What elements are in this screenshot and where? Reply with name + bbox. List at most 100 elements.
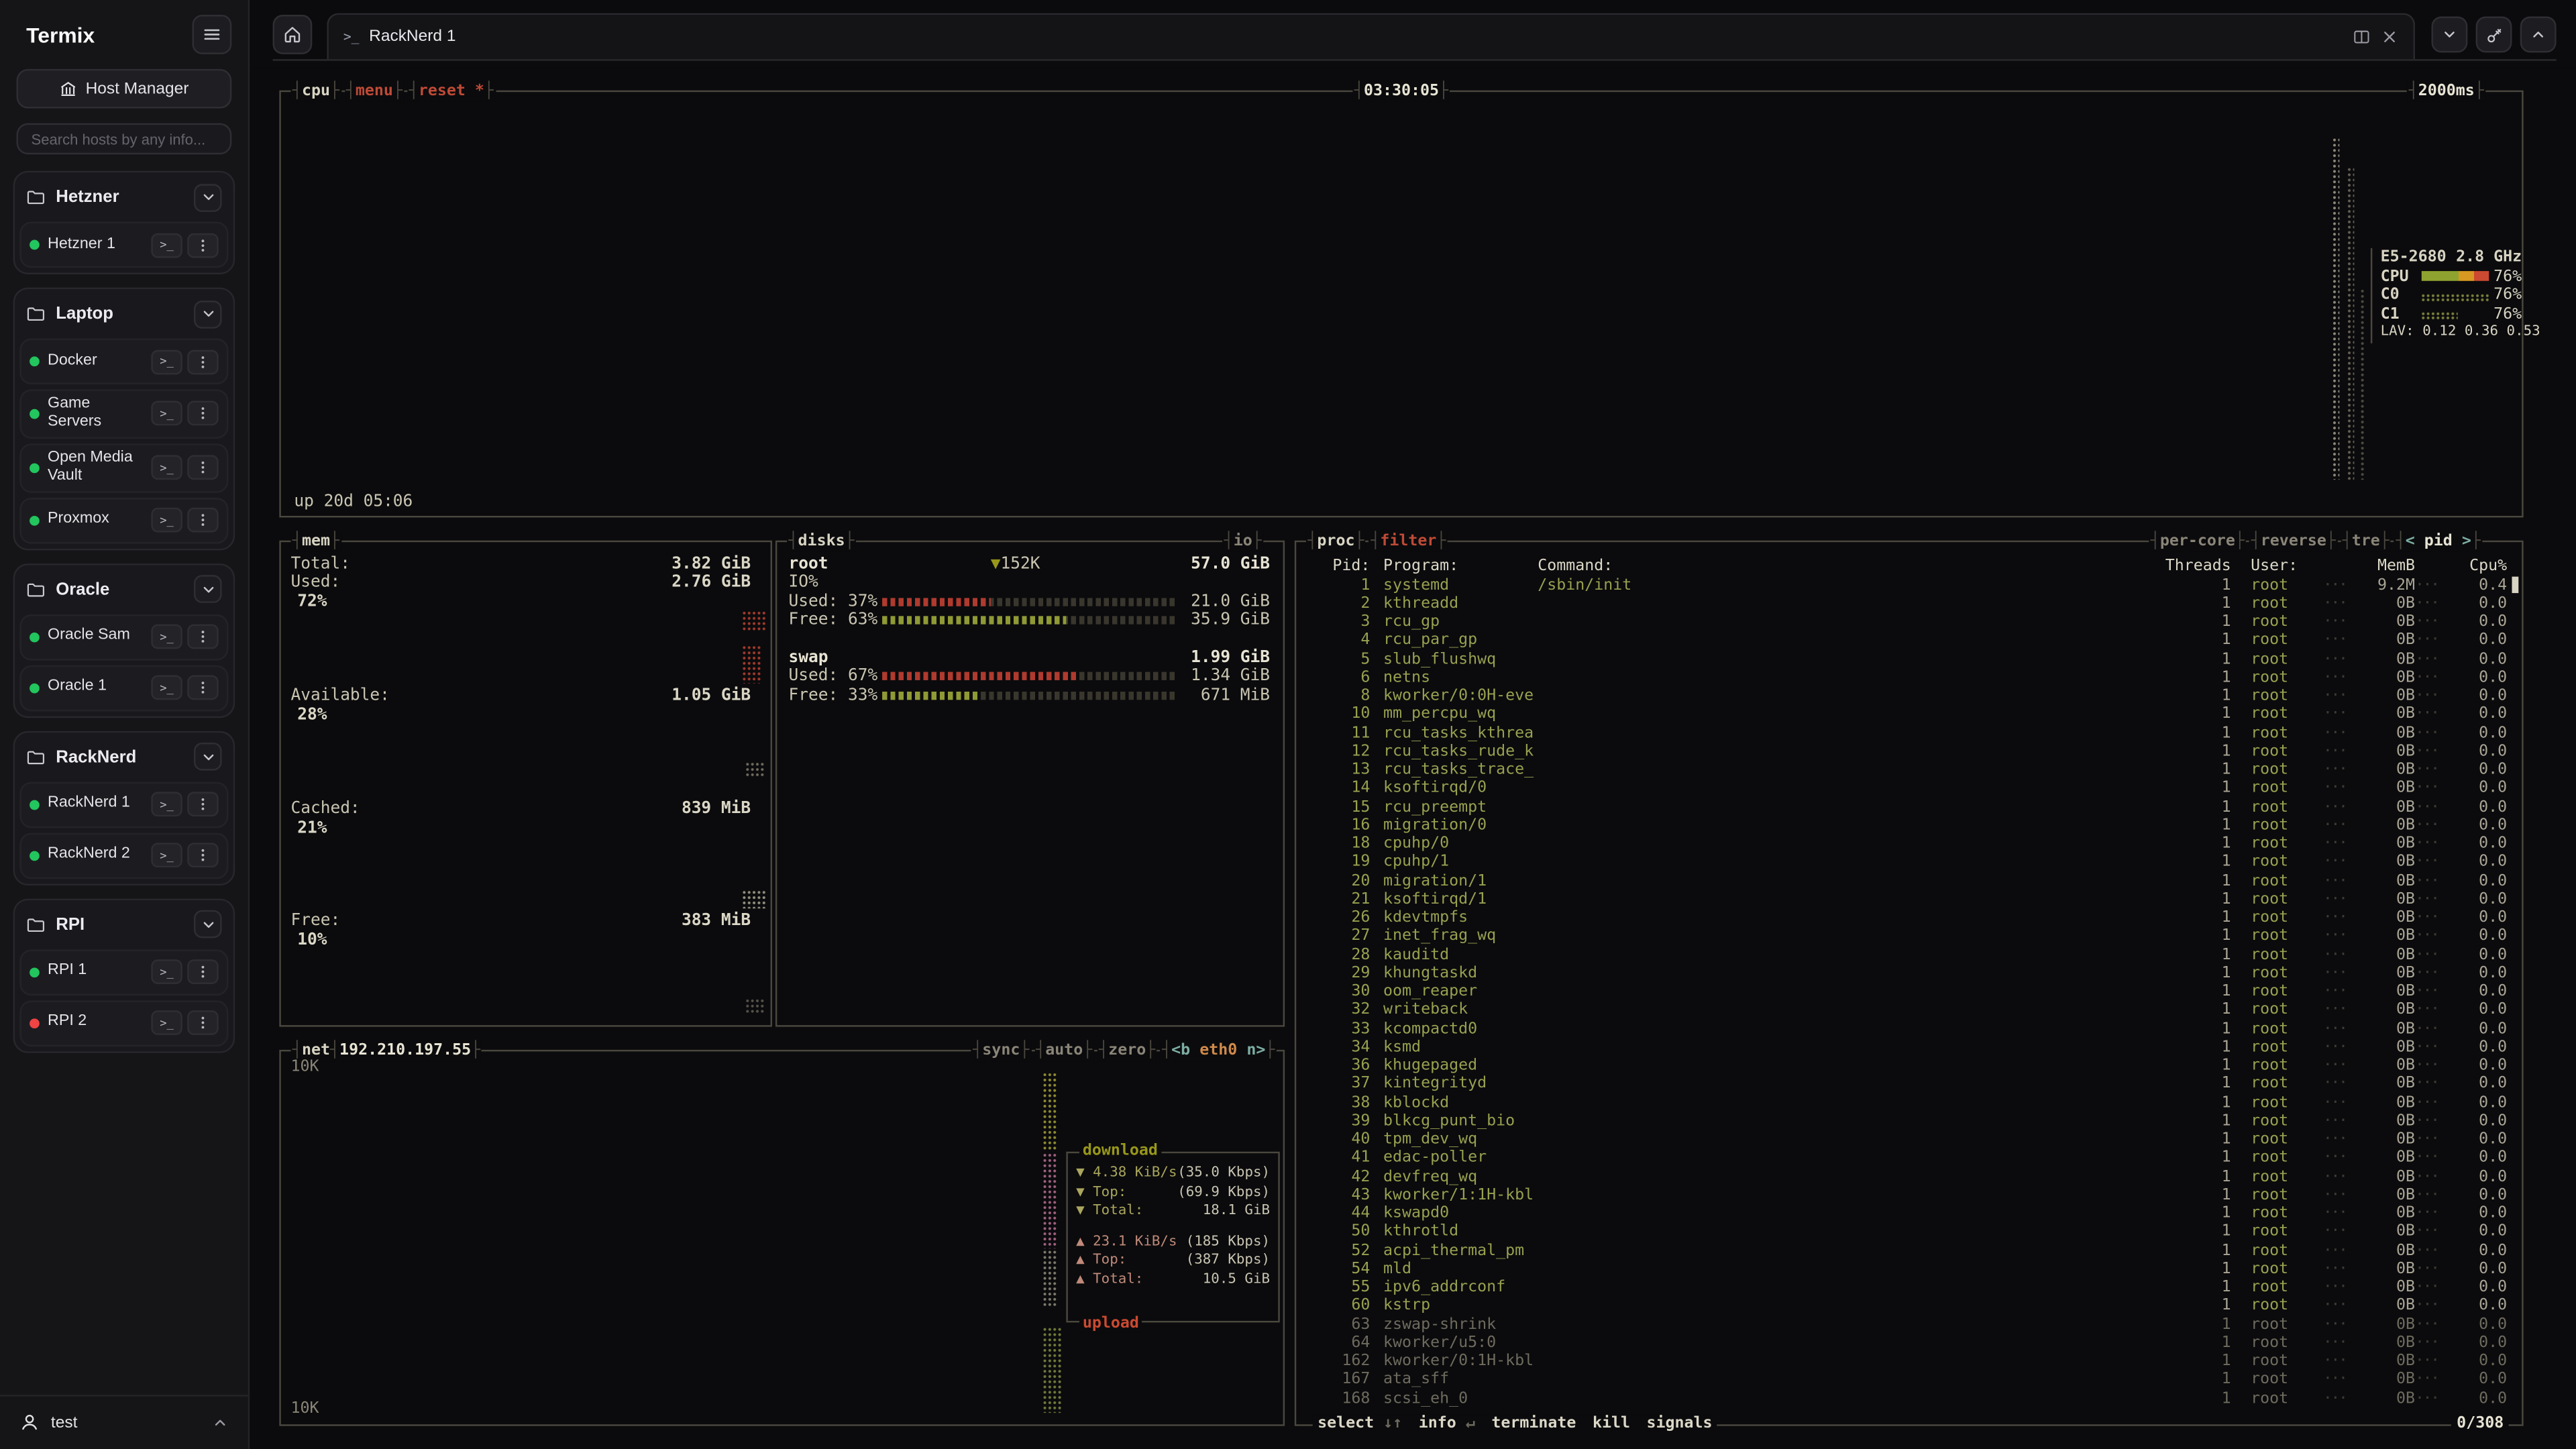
process-table-header[interactable]: Pid: Program: Command: Threads: User: Me… [1311,557,2507,576]
host-menu-button[interactable] [187,233,219,258]
host-menu-button[interactable] [187,508,219,533]
user-menu[interactable]: test [0,1395,248,1449]
process-row[interactable]: 40tpm_dev_wq1root0B0.0 [1311,1130,2507,1149]
process-row[interactable]: 13rcu_tasks_trace_1root0B0.0 [1311,761,2507,780]
host-terminal-button[interactable]: >_ [151,843,182,868]
folder-collapse-button[interactable] [194,183,222,211]
host-terminal-button[interactable]: >_ [151,349,182,374]
process-row[interactable]: 4rcu_par_gp1root0B0.0 [1311,631,2507,650]
process-row[interactable]: 162kworker/0:1H-kbl1root0B0.0 [1311,1352,2507,1371]
host-terminal-button[interactable]: >_ [151,625,182,649]
host-terminal-button[interactable]: >_ [151,508,182,533]
host-menu-button[interactable] [187,349,219,374]
search-input[interactable] [16,123,231,155]
host-terminal-button[interactable]: >_ [151,960,182,985]
process-row[interactable]: 33kcompactd01root0B0.0 [1311,1020,2507,1038]
host-terminal-button[interactable]: >_ [151,233,182,258]
folder-header[interactable]: RackNerd [19,737,228,777]
process-row[interactable]: 11rcu_tasks_kthrea1root0B0.0 [1311,724,2507,743]
close-tab-button[interactable] [2381,28,2399,46]
process-row[interactable]: 38kblockd1root0B0.0 [1311,1093,2507,1112]
host-menu-button[interactable] [187,676,219,700]
process-row[interactable]: 41edac-poller1root0B0.0 [1311,1148,2507,1167]
process-row[interactable]: 64kworker/u5:01root0B0.0 [1311,1334,2507,1352]
process-row[interactable]: 29khungtaskd1root0B0.0 [1311,964,2507,983]
host-menu-button[interactable] [187,455,219,480]
process-row[interactable]: 168scsi_eh_01root0B0.0 [1311,1389,2507,1408]
process-row[interactable]: 14ksoftirqd/01root0B0.0 [1311,779,2507,798]
terminal-view[interactable]: ┤cpu├ ┤menu├ ┤reset *├ ┤03:30:05├ ┤2000m… [250,69,2576,1449]
filter-button[interactable]: ┤filter├ [1369,531,1448,552]
host-menu-button[interactable] [187,402,219,427]
host-item[interactable]: RPI 2>_ [19,1000,228,1046]
home-button[interactable] [273,15,313,54]
proc-scrollbar-thumb[interactable] [2512,577,2518,593]
folder-collapse-button[interactable] [194,576,222,604]
host-item[interactable]: Open Media Vault>_ [19,443,228,492]
host-terminal-button[interactable]: >_ [151,676,182,700]
net-tab-zero[interactable]: ┤zero├ [1097,1040,1157,1061]
host-item[interactable]: Hetzner 1>_ [19,222,228,268]
net-tab-auto[interactable]: ┤auto├ [1034,1040,1094,1061]
net-interface-tab[interactable]: ┤<b eth0 n>├ [1161,1040,1277,1061]
expand-panel-button[interactable] [2520,16,2557,52]
sort-column-selector[interactable]: ┤< pid >├ [2394,531,2482,552]
folder-collapse-button[interactable] [194,910,222,938]
process-row[interactable]: 6netns1root0B0.0 [1311,668,2507,687]
host-menu-button[interactable] [187,960,219,985]
process-table[interactable]: 1systemd/sbin/init1root9.2M0.42kthreadd1… [1311,576,2507,1407]
split-view-button[interactable] [2353,28,2371,46]
process-row[interactable]: 12rcu_tasks_rude_k1root0B0.0 [1311,742,2507,761]
host-item[interactable]: RackNerd 2>_ [19,833,228,879]
host-terminal-button[interactable]: >_ [151,455,182,480]
folder-collapse-button[interactable] [194,743,222,771]
host-menu-button[interactable] [187,843,219,868]
process-row[interactable]: 44kswapd01root0B0.0 [1311,1204,2507,1223]
menu-button[interactable]: ┤menu├ [344,80,404,102]
host-item[interactable]: Oracle Sam>_ [19,614,228,660]
process-row[interactable]: 55ipv6_addrconf1root0B0.0 [1311,1278,2507,1297]
folder-collapse-button[interactable] [194,300,222,328]
collapse-panel-button[interactable] [2431,16,2467,52]
process-row[interactable]: 3rcu_gp1root0B0.0 [1311,612,2507,631]
process-row[interactable]: 26kdevtmpfs1root0B0.0 [1311,908,2507,927]
process-row[interactable]: 16migration/01root0B0.0 [1311,816,2507,835]
terminal-tab[interactable]: >_ RackNerd 1 [327,13,2415,60]
process-row[interactable]: 34ksmd1root0B0.0 [1311,1038,2507,1057]
process-row[interactable]: 37kintegrityd1root0B0.0 [1311,1075,2507,1093]
chevron-up-icon[interactable] [212,1415,228,1431]
host-manager-button[interactable]: Host Manager [16,69,231,109]
process-row[interactable]: 60kstrp1root0B0.0 [1311,1297,2507,1316]
host-terminal-button[interactable]: >_ [151,792,182,817]
process-row[interactable]: 42devfreq_wq1root0B0.0 [1311,1167,2507,1186]
host-item[interactable]: Docker>_ [19,338,228,384]
host-item[interactable]: Oracle 1>_ [19,665,228,711]
host-menu-button[interactable] [187,625,219,649]
credentials-button[interactable] [2476,16,2512,52]
reverse-tab[interactable]: ┤reverse├ [2249,531,2337,552]
io-tab[interactable]: ┤io├ [1222,531,1263,552]
folder-header[interactable]: Hetzner [19,177,228,217]
host-item[interactable]: RPI 1>_ [19,949,228,996]
host-item[interactable]: RackNerd 1>_ [19,782,228,828]
process-row[interactable]: 10mm_percpu_wq1root0B0.0 [1311,705,2507,724]
process-row[interactable]: 43kworker/1:1H-kbl1root0B0.0 [1311,1186,2507,1205]
host-terminal-button[interactable]: >_ [151,402,182,427]
tree-tab[interactable]: ┤tre├ [2341,531,2391,552]
process-row[interactable]: 52acpi_thermal_pm1root0B0.0 [1311,1241,2507,1260]
process-row[interactable]: 19cpuhp/11root0B0.0 [1311,853,2507,872]
host-item[interactable]: Game Servers>_ [19,389,228,438]
reset-button[interactable]: ┤reset *├ [407,80,495,102]
process-row[interactable]: 39blkcg_punt_bio1root0B0.0 [1311,1112,2507,1130]
process-row[interactable]: 63zswap-shrink1root0B0.0 [1311,1315,2507,1334]
sidebar-menu-button[interactable] [193,15,232,54]
process-row[interactable]: 32writeback1root0B0.0 [1311,1001,2507,1020]
host-menu-button[interactable] [187,1011,219,1036]
process-row[interactable]: 8kworker/0:0H-eve1root0B0.0 [1311,687,2507,706]
per-core-tab[interactable]: ┤per-core├ [2149,531,2246,552]
folder-header[interactable]: RPI [19,905,228,945]
host-menu-button[interactable] [187,792,219,817]
process-row[interactable]: 27inet_frag_wq1root0B0.0 [1311,927,2507,946]
net-tab-sync[interactable]: ┤sync├ [971,1040,1031,1061]
process-row[interactable]: 54mld1root0B0.0 [1311,1260,2507,1279]
